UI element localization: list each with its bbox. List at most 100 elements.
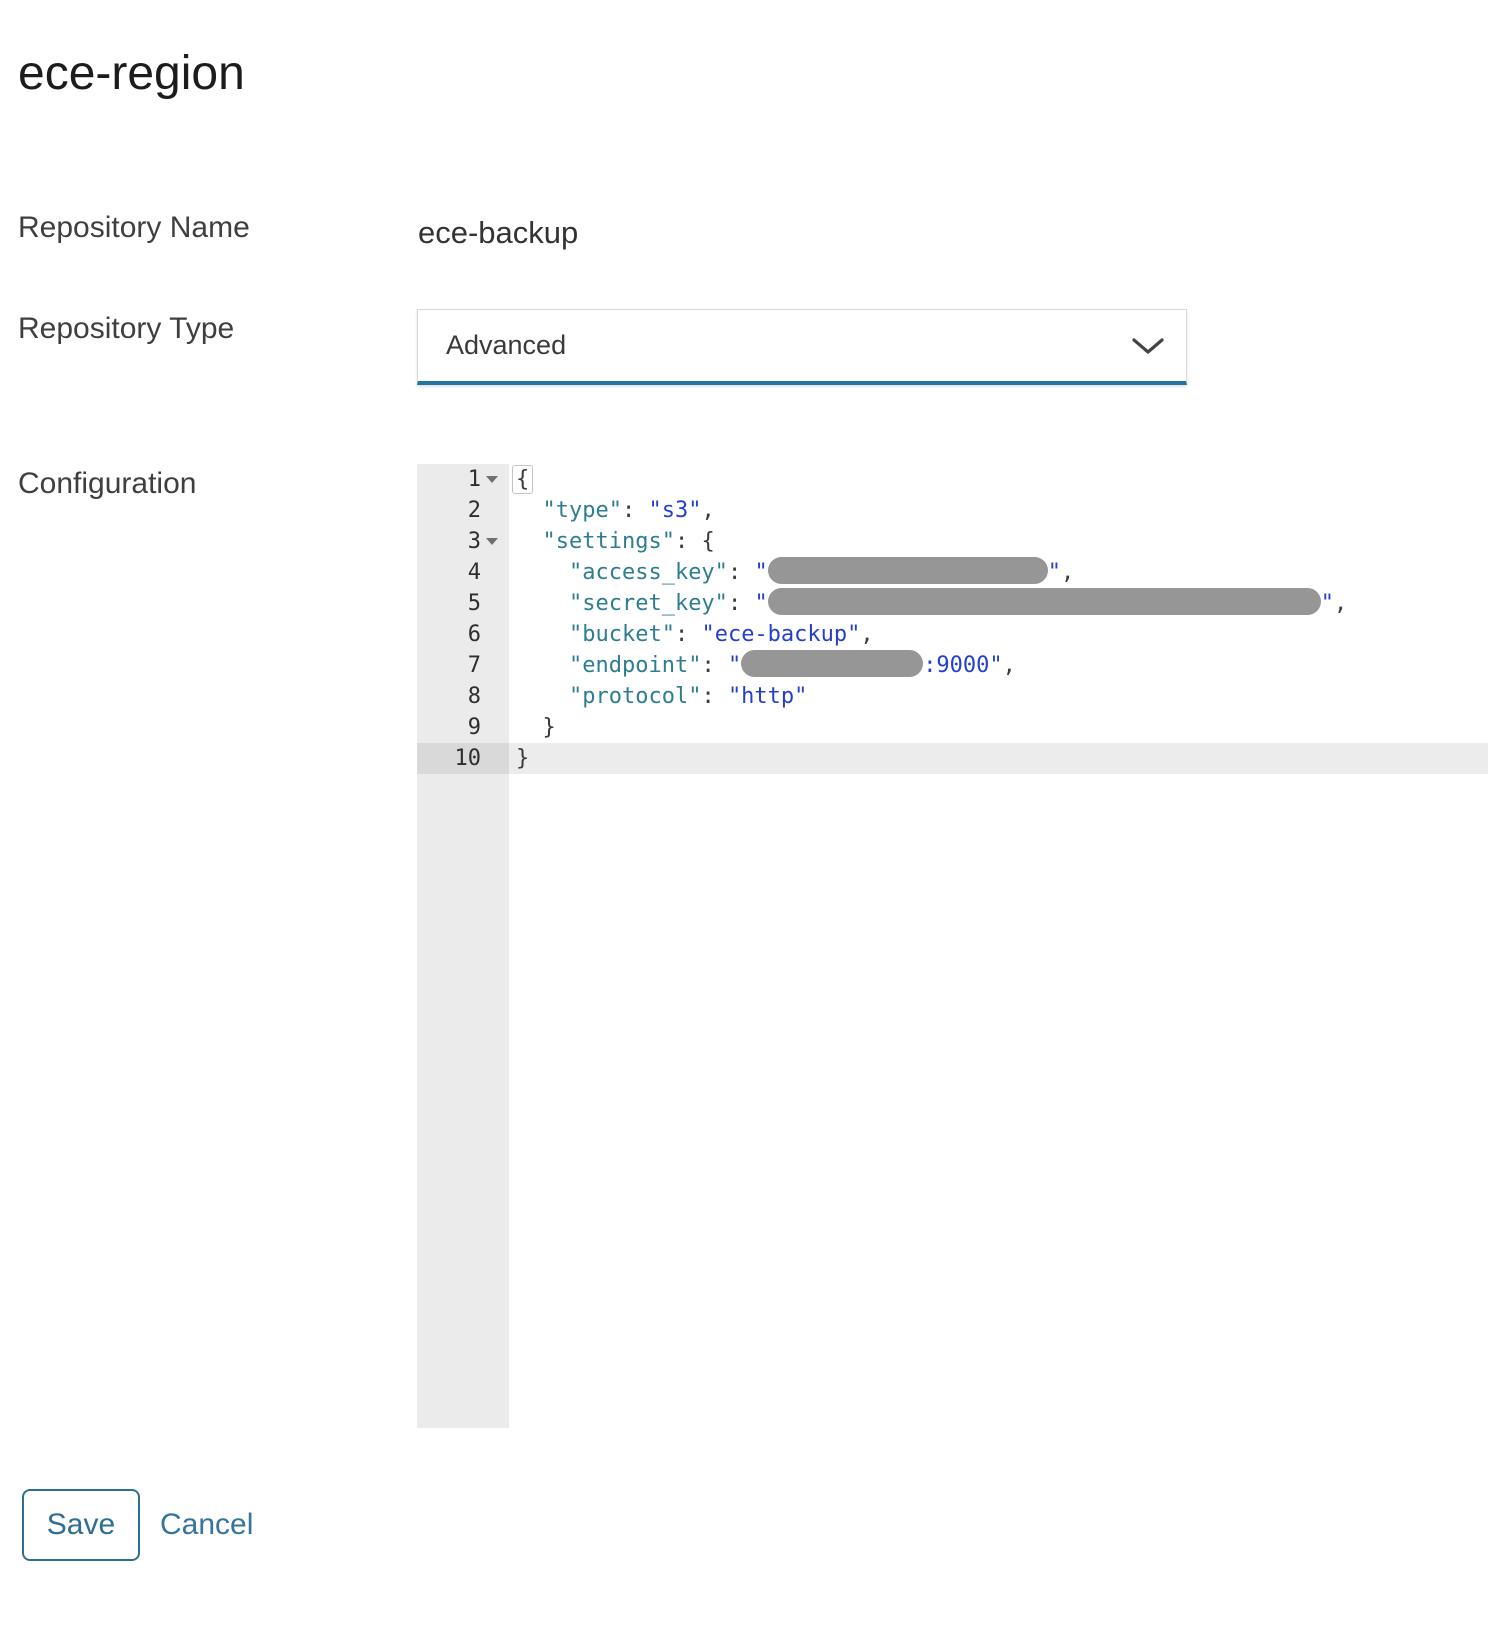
code-line-content: "protocol": "http" [509, 681, 1488, 712]
code-segment: "type" [543, 498, 622, 523]
repository-config-page: ece-region Repository Name ece-backup Re… [0, 44, 1488, 1599]
code-segment: " [728, 653, 741, 678]
repository-type-selected-value: Advanced [446, 330, 566, 361]
code-segment: " [1321, 591, 1334, 616]
editor-line: 10} [417, 743, 1488, 774]
gutter-filler [417, 774, 509, 1428]
editor-line: 4 "access_key": " ", [417, 557, 1488, 588]
code-segment [516, 498, 543, 523]
code-line-content: "access_key": " ", [509, 557, 1488, 588]
repository-type-select[interactable]: Advanced [417, 309, 1187, 385]
editor-line: 6 "bucket": "ece-backup", [417, 619, 1488, 650]
code-segment: " [754, 591, 767, 616]
gutter-cell: 9 [417, 712, 509, 743]
code-segment: , [1003, 653, 1016, 678]
code-segment: , [860, 622, 873, 647]
code-segment: " [1048, 560, 1061, 585]
configuration-row: Configuration 1{2 "type": "s3",3 "settin… [18, 464, 1488, 1428]
gutter-cell: 8 [417, 681, 509, 712]
repository-name-label: Repository Name [18, 208, 417, 248]
line-number: 6 [468, 619, 481, 650]
code-segment: "access_key" [569, 560, 728, 585]
editor-line: 8 "protocol": "http" [417, 681, 1488, 712]
code-segment: : [728, 591, 755, 616]
fold-arrow-icon [486, 538, 498, 545]
code-segment: , [701, 498, 714, 523]
gutter-cell: 7 [417, 650, 509, 681]
line-number: 9 [468, 712, 481, 743]
editor-line: 3 "settings": { [417, 526, 1488, 557]
code-line-content: "bucket": "ece-backup", [509, 619, 1488, 650]
code-line-content: "settings": { [509, 526, 1488, 557]
code-line-content: "secret_key": "", [509, 588, 1488, 619]
configuration-field: 1{2 "type": "s3",3 "settings": {4 "acces… [417, 464, 1488, 1428]
code-segment: "endpoint" [569, 653, 701, 678]
cancel-link[interactable]: Cancel [160, 1508, 253, 1542]
code-segment: } [516, 746, 529, 771]
line-number: 5 [468, 588, 481, 619]
chevron-down-icon [1132, 338, 1164, 355]
fold-toggle[interactable] [481, 476, 503, 483]
code-segment: : [701, 653, 728, 678]
code-line-content: } [509, 712, 1488, 743]
line-number: 4 [468, 557, 481, 588]
code-segment: : [701, 684, 728, 709]
configuration-label: Configuration [18, 464, 417, 502]
code-segment: "http" [728, 684, 807, 709]
code-segment: :9000" [923, 653, 1002, 678]
page-title: ece-region [18, 44, 1488, 104]
line-number: 2 [468, 495, 481, 526]
fold-toggle[interactable] [481, 538, 503, 545]
code-line-content: "endpoint": " :9000", [509, 650, 1488, 681]
redacted-value [768, 557, 1048, 584]
repository-name-row: Repository Name ece-backup [18, 208, 1488, 251]
code-segment: : [622, 498, 649, 523]
line-number: 1 [468, 464, 481, 495]
line-number: 10 [455, 743, 482, 774]
code-segment [516, 560, 569, 585]
code-segment: : { [675, 529, 715, 554]
repository-type-row: Repository Type Advanced [18, 309, 1488, 385]
save-button[interactable]: Save [22, 1489, 140, 1561]
gutter-cell: 4 [417, 557, 509, 588]
code-line-content: } [509, 743, 1488, 774]
gutter-cell: 1 [417, 464, 509, 495]
configuration-code-editor[interactable]: 1{2 "type": "s3",3 "settings": {4 "acces… [417, 464, 1488, 1428]
code-segment: : [728, 560, 755, 585]
code-segment: } [516, 715, 556, 740]
repository-type-field: Advanced [417, 309, 1488, 385]
editor-line: 1{ [417, 464, 1488, 495]
code-line-content: "type": "s3", [509, 495, 1488, 526]
code-segment: { [512, 465, 533, 494]
gutter-cell: 10 [417, 743, 509, 774]
editor-empty-area [417, 774, 1488, 1428]
gutter-cell: 2 [417, 495, 509, 526]
code-segment [516, 684, 569, 709]
repository-name-field: ece-backup [417, 208, 1488, 251]
code-segment [516, 653, 569, 678]
form-actions: Save Cancel [22, 1489, 1488, 1599]
repository-name-value: ece-backup [417, 208, 578, 251]
fold-arrow-icon [486, 476, 498, 483]
editor-line: 7 "endpoint": " :9000", [417, 650, 1488, 681]
code-segment: "settings" [543, 529, 675, 554]
code-segment [516, 529, 543, 554]
code-segment: : [675, 622, 702, 647]
editor-line: 9 } [417, 712, 1488, 743]
redacted-value [768, 588, 1321, 615]
editor-line: 2 "type": "s3", [417, 495, 1488, 526]
line-number: 8 [468, 681, 481, 712]
repository-type-label: Repository Type [18, 309, 417, 349]
code-segment: , [1334, 591, 1347, 616]
code-segment: " [754, 560, 767, 585]
code-segment: "ece-backup" [701, 622, 860, 647]
redacted-value [741, 650, 923, 677]
code-segment: "bucket" [569, 622, 675, 647]
code-line-content: { [509, 464, 1488, 495]
editor-line: 5 "secret_key": "", [417, 588, 1488, 619]
line-number: 7 [468, 650, 481, 681]
code-segment [516, 591, 569, 616]
code-segment: , [1061, 560, 1074, 585]
code-segment: "s3" [648, 498, 701, 523]
code-segment [516, 622, 569, 647]
